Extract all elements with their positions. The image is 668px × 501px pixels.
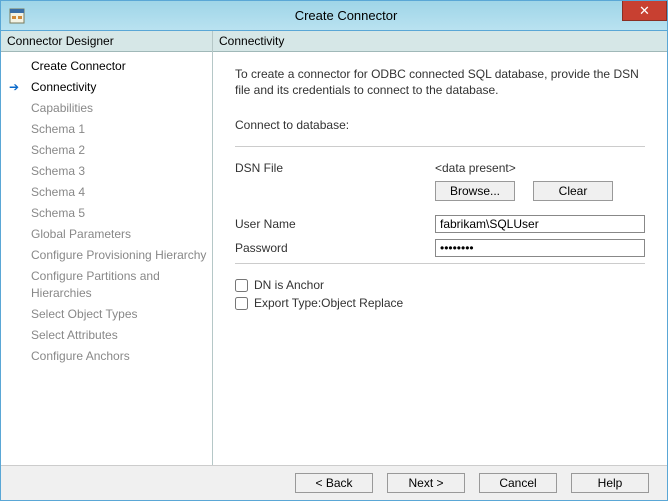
nav-item-select-attributes[interactable]: Select Attributes <box>1 325 212 346</box>
nav-item-label: Configure Partitions and Hierarchies <box>31 269 160 300</box>
nav-item-label: Configure Anchors <box>31 349 130 363</box>
password-label: Password <box>235 241 435 255</box>
username-input[interactable] <box>435 215 645 233</box>
nav-item-schema-5[interactable]: Schema 5 <box>1 203 212 224</box>
nav-item-schema-3[interactable]: Schema 3 <box>1 161 212 182</box>
nav-item-schema-1[interactable]: Schema 1 <box>1 119 212 140</box>
dsn-value: <data present> <box>435 161 645 175</box>
nav-item-label: Connectivity <box>31 80 96 94</box>
nav-item-label: Select Attributes <box>31 328 118 342</box>
nav-item-capabilities[interactable]: Capabilities <box>1 98 212 119</box>
username-label: User Name <box>235 217 435 231</box>
wizard-footer: < Back Next > Cancel Help <box>1 466 667 500</box>
nav-item-label: Global Parameters <box>31 227 131 241</box>
left-panel: Connector Designer Create Connector ➔ Conn… <box>1 31 213 465</box>
nav-item-label: Schema 1 <box>31 122 85 136</box>
close-button[interactable]: ✕ <box>622 1 667 21</box>
connect-subheader: Connect to database: <box>235 118 645 132</box>
page-description: To create a connector for ODBC connected… <box>235 66 645 98</box>
back-button[interactable]: < Back <box>295 473 373 493</box>
right-panel: Connectivity To create a connector for O… <box>213 31 667 465</box>
export-type-checkbox[interactable] <box>235 297 248 310</box>
username-row: User Name <box>235 215 645 233</box>
wizard-nav: Create Connector ➔ Connectivity Capabilitie… <box>1 52 212 465</box>
nav-item-label: Schema 5 <box>31 206 85 220</box>
nav-item-label: Schema 4 <box>31 185 85 199</box>
next-button[interactable]: Next > <box>387 473 465 493</box>
right-panel-header: Connectivity <box>213 31 667 52</box>
nav-item-schema-4[interactable]: Schema 4 <box>1 182 212 203</box>
divider <box>235 146 645 147</box>
nav-item-global-parameters[interactable]: Global Parameters <box>1 224 212 245</box>
dn-anchor-checkbox[interactable] <box>235 279 248 292</box>
help-button[interactable]: Help <box>571 473 649 493</box>
window-title: Create Connector <box>25 8 667 23</box>
current-step-arrow-icon: ➔ <box>9 79 19 96</box>
nav-item-label: Schema 3 <box>31 164 85 178</box>
divider-2 <box>235 263 645 264</box>
clear-button[interactable]: Clear <box>533 181 613 201</box>
window-form-icon <box>9 8 25 24</box>
close-icon: ✕ <box>639 3 650 19</box>
nav-item-configure-provisioning-hierarchy[interactable]: Configure Provisioning Hierarchy <box>1 245 212 266</box>
main-area: Connector Designer Create Connector ➔ Conn… <box>1 31 667 466</box>
title-bar: Create Connector ✕ <box>1 1 667 31</box>
nav-item-label: Schema 2 <box>31 143 85 157</box>
nav-item-configure-anchors[interactable]: Configure Anchors <box>1 346 212 367</box>
dn-anchor-label: DN is Anchor <box>254 278 324 292</box>
nav-item-schema-2[interactable]: Schema 2 <box>1 140 212 161</box>
nav-item-configure-partitions-and-hierarchies[interactable]: Configure Partitions and Hierarchies <box>1 266 212 304</box>
nav-item-connectivity[interactable]: ➔ Connectivity <box>1 77 212 98</box>
export-type-label: Export Type:Object Replace <box>254 296 403 310</box>
app-icon <box>9 8 25 24</box>
dsn-label: DSN File <box>235 161 435 175</box>
nav-item-label: Create Connector <box>31 59 126 73</box>
cancel-button[interactable]: Cancel <box>479 473 557 493</box>
nav-item-label: Configure Provisioning Hierarchy <box>31 248 206 262</box>
dn-anchor-row: DN is Anchor <box>235 278 645 292</box>
page-body: To create a connector for ODBC connected… <box>213 52 667 465</box>
dsn-row: DSN File <data present> <box>235 161 645 175</box>
nav-item-create-connector[interactable]: Create Connector <box>1 56 212 77</box>
nav-item-label: Select Object Types <box>31 307 138 321</box>
browse-button[interactable]: Browse... <box>435 181 515 201</box>
left-panel-header: Connector Designer <box>1 31 212 52</box>
password-input[interactable] <box>435 239 645 257</box>
export-type-row: Export Type:Object Replace <box>235 296 645 310</box>
nav-item-select-object-types[interactable]: Select Object Types <box>1 304 212 325</box>
nav-item-label: Capabilities <box>31 101 93 115</box>
dsn-button-row: Browse... Clear <box>435 181 645 201</box>
password-row: Password <box>235 239 645 257</box>
